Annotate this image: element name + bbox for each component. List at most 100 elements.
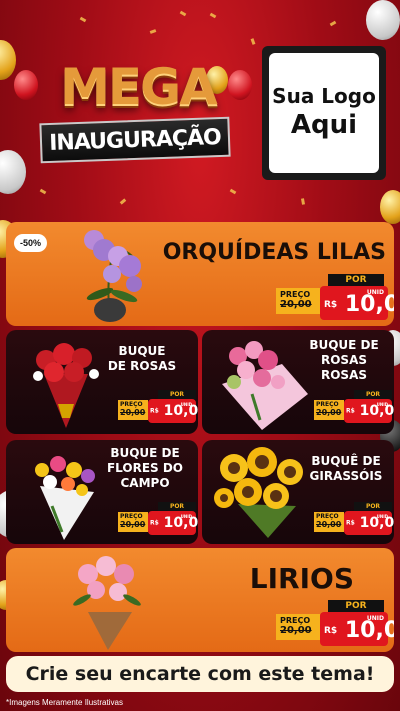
confetti bbox=[119, 198, 127, 205]
product-name-line-3: ROSAS bbox=[320, 368, 367, 382]
new-price: R$ 10,00 UNID bbox=[344, 511, 394, 535]
product-name: BUQUE DE ROSAS ROSAS bbox=[304, 338, 384, 383]
unit-label: UNID bbox=[366, 289, 384, 296]
price-tag: POR PREÇO 20,00 R$ 10,00 UNID bbox=[276, 274, 394, 320]
currency: R$ bbox=[324, 300, 338, 310]
product-name-line-3: CAMPO bbox=[120, 476, 170, 490]
unit-label: UNID bbox=[376, 514, 388, 519]
pink-rose-bouquet-image bbox=[222, 341, 308, 430]
product-name-line-1: BUQUE DE bbox=[110, 446, 180, 460]
product-name: LIRIOS bbox=[249, 562, 354, 595]
unit-label: UNID bbox=[180, 402, 192, 407]
product-name-line-2: ROSAS bbox=[320, 353, 367, 367]
old-price: PREÇO 20,00 bbox=[276, 288, 320, 314]
product-name-line-2: FLORES DO bbox=[106, 461, 184, 475]
sunflower-bouquet-image bbox=[214, 447, 303, 538]
confetti bbox=[229, 188, 237, 195]
confetti bbox=[179, 10, 187, 17]
price-label: PREÇO bbox=[280, 290, 311, 299]
price-label: PREÇO bbox=[316, 513, 339, 520]
unit-label: UNID bbox=[376, 402, 388, 407]
product-name-line-2: DE ROSAS bbox=[107, 359, 177, 373]
old-price-value: 20,00 bbox=[316, 520, 342, 529]
logo-text: Sua Logo Aqui bbox=[269, 53, 379, 173]
mega-inauguracao-title: MEGA INAUGURAÇÃO bbox=[39, 58, 240, 168]
por-label: POR bbox=[158, 390, 196, 399]
product-card-buque-rosas-rosas: BUQUE DE ROSAS ROSAS POR PREÇO 20,00 R$ … bbox=[202, 330, 394, 434]
old-price-value: 20,00 bbox=[120, 408, 146, 417]
orchid-image bbox=[84, 230, 142, 322]
new-price: R$ 10,00 UNID bbox=[320, 612, 394, 646]
price-tag: POR PREÇO 20,00 R$ 10,00 UNID bbox=[276, 600, 394, 646]
product-card-orquideas: -50% ORQUÍDEAS LILAS POR PREÇO 20,00 R$ … bbox=[6, 222, 394, 326]
flyer-page: MEGA INAUGURAÇÃO Sua Logo Aqui -50% ORQU… bbox=[0, 0, 400, 711]
product-name: BUQUE DE ROSAS bbox=[102, 344, 182, 374]
product-card-girassois: BUQUÊ DE GIRASSÓIS POR PREÇO 20,00 R$ 10… bbox=[202, 440, 394, 544]
logo-line-2: Aqui bbox=[290, 110, 358, 141]
confetti bbox=[301, 198, 305, 205]
inauguracao-text: INAUGURAÇÃO bbox=[48, 124, 222, 156]
new-price: R$ 10,00 UNID bbox=[148, 511, 198, 535]
field-flowers-bouquet-image bbox=[35, 456, 95, 540]
product-name: BUQUÊ DE GIRASSÓIS bbox=[306, 454, 386, 484]
old-price-value: 20,00 bbox=[120, 520, 146, 529]
confetti bbox=[79, 16, 87, 23]
rose-bouquet-image bbox=[33, 343, 99, 428]
currency: R$ bbox=[150, 407, 159, 415]
cta-banner[interactable]: Crie seu encarte com este tema! bbox=[6, 656, 394, 692]
lily-bouquet-image bbox=[73, 556, 141, 650]
currency: R$ bbox=[150, 519, 159, 527]
product-card-flores-campo: BUQUE DE FLORES DO CAMPO POR PREÇO 20,00… bbox=[6, 440, 198, 544]
confetti bbox=[329, 20, 337, 27]
balloon-decoration bbox=[14, 70, 38, 100]
old-price: PREÇO 20,00 bbox=[118, 512, 148, 532]
old-price: PREÇO 20,00 bbox=[276, 614, 320, 640]
product-name-line-1: BUQUE bbox=[118, 344, 166, 358]
por-label: POR bbox=[328, 274, 384, 286]
price-label: PREÇO bbox=[280, 616, 311, 625]
price-tag: POR PREÇO 20,00 R$ 10,00 UNID bbox=[118, 390, 198, 424]
old-price: PREÇO 20,00 bbox=[314, 400, 344, 420]
balloon-decoration bbox=[366, 0, 400, 40]
currency: R$ bbox=[346, 407, 355, 415]
price-label: PREÇO bbox=[120, 513, 143, 520]
product-name-line-1: BUQUÊ DE bbox=[311, 454, 381, 468]
product-name-line-2: GIRASSÓIS bbox=[309, 469, 383, 483]
new-price: R$ 10,00 UNID bbox=[148, 399, 198, 423]
product-card-buque-rosas: BUQUE DE ROSAS POR PREÇO 20,00 R$ 10,00 … bbox=[6, 330, 198, 434]
currency: R$ bbox=[346, 519, 355, 527]
old-price-value: 20,00 bbox=[280, 299, 312, 310]
price-tag: POR PREÇO 20,00 R$ 10,00 UNID bbox=[314, 390, 394, 424]
price-label: PREÇO bbox=[120, 401, 143, 408]
old-price-value: 20,00 bbox=[316, 408, 342, 417]
inauguracao-banner: INAUGURAÇÃO bbox=[39, 116, 231, 164]
balloon-decoration bbox=[0, 150, 26, 194]
old-price-value: 20,00 bbox=[280, 625, 312, 636]
product-card-lirios: LIRIOS POR PREÇO 20,00 R$ 10,00 UNID bbox=[6, 548, 394, 652]
discount-badge: -50% bbox=[14, 234, 48, 252]
unit-label: UNID bbox=[180, 514, 192, 519]
por-label: POR bbox=[158, 502, 196, 511]
confetti bbox=[209, 12, 217, 19]
price-tag: POR PREÇO 20,00 R$ 10,00 UNID bbox=[118, 502, 198, 536]
logo-line-1: Sua Logo bbox=[272, 84, 376, 109]
logo-placeholder: Sua Logo Aqui bbox=[262, 46, 386, 180]
disclaimer-text: *Imagens Meramente Ilustrativas bbox=[6, 698, 123, 707]
confetti bbox=[149, 29, 157, 34]
price-tag: POR PREÇO 20,00 R$ 10,00 UNID bbox=[314, 502, 394, 536]
por-label: POR bbox=[354, 390, 392, 399]
product-name-line-1: BUQUE DE bbox=[309, 338, 379, 352]
confetti bbox=[39, 188, 47, 195]
old-price: PREÇO 20,00 bbox=[118, 400, 148, 420]
por-label: POR bbox=[328, 600, 384, 612]
por-label: POR bbox=[354, 502, 392, 511]
balloon-decoration bbox=[0, 40, 16, 80]
confetti bbox=[250, 38, 256, 45]
price-label: PREÇO bbox=[316, 401, 339, 408]
new-price: R$ 10,00 UNID bbox=[320, 286, 394, 320]
new-price: R$ 10,00 UNID bbox=[344, 399, 394, 423]
balloon-decoration bbox=[380, 190, 400, 224]
product-name: ORQUÍDEAS LILAS bbox=[162, 240, 386, 265]
unit-label: UNID bbox=[366, 615, 384, 622]
old-price: PREÇO 20,00 bbox=[314, 512, 344, 532]
